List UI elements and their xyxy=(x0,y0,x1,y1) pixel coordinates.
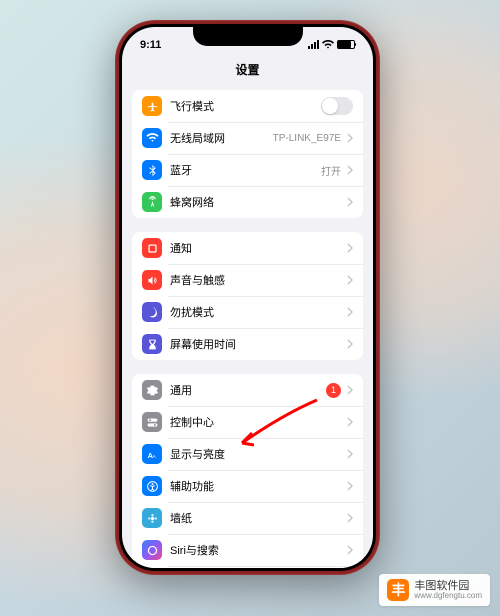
svg-text:A: A xyxy=(152,453,156,459)
airplane-icon xyxy=(142,96,162,116)
row-value: 打开 xyxy=(321,163,341,178)
row-label: Siri与搜索 xyxy=(170,542,345,558)
row-sounds[interactable]: 声音与触感 xyxy=(132,264,363,296)
status-indicators xyxy=(308,40,355,49)
bluetooth-icon xyxy=(142,160,162,180)
row-label: 控制中心 xyxy=(170,414,345,430)
battery-icon xyxy=(337,40,355,49)
chevron-right-icon xyxy=(347,165,353,175)
row-screentime[interactable]: 屏幕使用时间 xyxy=(132,328,363,360)
status-time: 9:11 xyxy=(140,39,161,51)
chevron-right-icon xyxy=(347,197,353,207)
row-label: 声音与触感 xyxy=(170,272,345,288)
switch-icon xyxy=(142,412,162,432)
chevron-right-icon xyxy=(347,339,353,349)
wifi-icon xyxy=(142,128,162,148)
settings-group-system: 通用 1 控制中心 AA 显示与亮度 xyxy=(132,374,363,568)
settings-content[interactable]: 飞行模式 无线局域网 TP-LINK_E97E 蓝牙 打开 xyxy=(122,86,373,568)
row-faceid[interactable]: 面容ID与密码 xyxy=(132,566,363,568)
settings-group-notifications: 通知 声音与触感 勿扰模式 屏幕使用时间 xyxy=(132,232,363,360)
row-label: 显示与亮度 xyxy=(170,446,345,462)
row-display[interactable]: AA 显示与亮度 xyxy=(132,438,363,470)
row-label: 屏幕使用时间 xyxy=(170,336,345,352)
row-label: 辅助功能 xyxy=(170,478,345,494)
chevron-right-icon xyxy=(347,275,353,285)
row-label: 蓝牙 xyxy=(170,162,321,178)
settings-group-connectivity: 飞行模式 无线局域网 TP-LINK_E97E 蓝牙 打开 xyxy=(132,90,363,218)
hourglass-icon xyxy=(142,334,162,354)
row-label: 通用 xyxy=(170,382,326,398)
row-wallpaper[interactable]: 墙纸 xyxy=(132,502,363,534)
row-siri[interactable]: Siri与搜索 xyxy=(132,534,363,566)
chevron-right-icon xyxy=(347,545,353,555)
phone-device: 9:11 设置 飞行模式 xyxy=(115,20,380,575)
row-label: 勿扰模式 xyxy=(170,304,345,320)
antenna-icon xyxy=(142,192,162,212)
moon-icon xyxy=(142,302,162,322)
watermark-logo: 丰 xyxy=(387,579,409,601)
row-wifi[interactable]: 无线局域网 TP-LINK_E97E xyxy=(132,122,363,154)
row-accessibility[interactable]: 辅助功能 xyxy=(132,470,363,502)
phone-screen: 9:11 设置 飞行模式 xyxy=(122,27,373,568)
row-dnd[interactable]: 勿扰模式 xyxy=(132,296,363,328)
airplane-toggle[interactable] xyxy=(321,97,353,115)
watermark: 丰 丰图软件园 www.dgfengtu.com xyxy=(379,574,490,606)
phone-notch xyxy=(193,24,303,46)
row-bluetooth[interactable]: 蓝牙 打开 xyxy=(132,154,363,186)
row-label: 通知 xyxy=(170,240,345,256)
page-title: 设置 xyxy=(122,57,373,86)
row-cellular[interactable]: 蜂窝网络 xyxy=(132,186,363,218)
speaker-icon xyxy=(142,270,162,290)
bell-icon xyxy=(142,238,162,258)
row-general[interactable]: 通用 1 xyxy=(132,374,363,406)
siri-icon xyxy=(142,540,162,560)
phone-bezel: 9:11 设置 飞行模式 xyxy=(119,24,376,571)
chevron-right-icon xyxy=(347,385,353,395)
signal-icon xyxy=(308,40,319,49)
watermark-title: 丰图软件园 xyxy=(414,580,482,592)
row-airplane[interactable]: 飞行模式 xyxy=(132,90,363,122)
row-value: TP-LINK_E97E xyxy=(273,133,341,144)
person-circle-icon xyxy=(142,476,162,496)
watermark-url: www.dgfengtu.com xyxy=(414,592,482,601)
chevron-right-icon xyxy=(347,481,353,491)
chevron-right-icon xyxy=(347,243,353,253)
chevron-right-icon xyxy=(347,513,353,523)
row-label: 飞行模式 xyxy=(170,98,321,114)
row-label: 墙纸 xyxy=(170,510,345,526)
chevron-right-icon xyxy=(347,307,353,317)
wifi-status-icon xyxy=(322,40,334,49)
flower-icon xyxy=(142,508,162,528)
row-label: 无线局域网 xyxy=(170,130,273,146)
chevron-right-icon xyxy=(347,417,353,427)
chevron-right-icon xyxy=(347,449,353,459)
row-notifications[interactable]: 通知 xyxy=(132,232,363,264)
row-label: 蜂窝网络 xyxy=(170,194,345,210)
row-controlcenter[interactable]: 控制中心 xyxy=(132,406,363,438)
chevron-right-icon xyxy=(347,133,353,143)
gear-icon xyxy=(142,380,162,400)
text-size-icon: AA xyxy=(142,444,162,464)
notification-badge: 1 xyxy=(326,383,341,398)
